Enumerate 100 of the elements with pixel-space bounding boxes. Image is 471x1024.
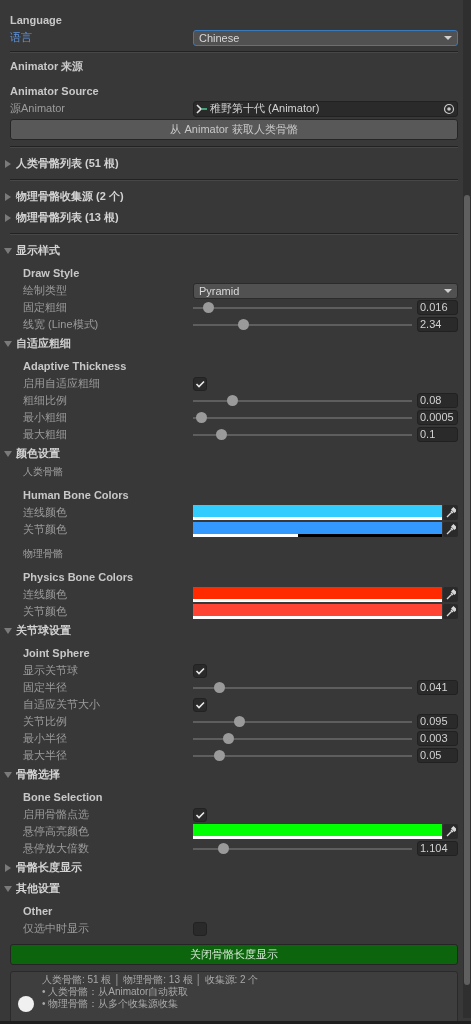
color-field[interactable] <box>193 604 442 619</box>
color-field[interactable] <box>193 824 442 839</box>
field-label: 连线颜色 <box>23 587 68 602</box>
number-field[interactable]: 0.003 <box>417 731 458 746</box>
field-label: 连线颜色 <box>23 505 68 520</box>
number-field[interactable]: 0.0005 <box>417 410 458 425</box>
slider[interactable] <box>193 731 412 746</box>
foldout-header[interactable]: 自适应粗细 <box>0 333 71 354</box>
eyedropper-button[interactable] <box>443 587 458 602</box>
check-icon <box>195 665 205 676</box>
field-label: 最大粗细 <box>23 427 68 442</box>
slider[interactable] <box>193 317 412 332</box>
slider[interactable] <box>193 748 412 763</box>
color-field[interactable] <box>193 587 442 602</box>
action-button[interactable]: 从 Animator 获取人类骨骼 <box>10 119 458 140</box>
check-icon <box>195 699 205 710</box>
scrollbar-thumb[interactable] <box>464 195 470 985</box>
slider-thumb[interactable] <box>238 319 249 330</box>
field-label: 悬停放大倍数 <box>23 841 90 856</box>
checkbox[interactable] <box>193 807 207 822</box>
section-heading: Human Bone Colors <box>23 488 129 503</box>
action-button[interactable]: 关闭骨骼长度显示 <box>10 944 458 965</box>
field-label: 悬停高亮颜色 <box>23 824 90 839</box>
info-line: • 物理骨骼：从多个收集源收集 <box>42 998 179 1010</box>
checkbox[interactable] <box>193 376 207 391</box>
number-field[interactable]: 0.016 <box>417 300 458 315</box>
target-icon <box>443 102 455 115</box>
foldout-header[interactable]: 物理骨骼收集源 (2 个) <box>0 186 124 207</box>
field-label: 最小粗细 <box>23 410 68 425</box>
field-label: 绘制类型 <box>23 283 68 298</box>
field-label: 固定半径 <box>23 680 68 695</box>
eyedropper-button[interactable] <box>443 604 458 619</box>
slider[interactable] <box>193 300 412 315</box>
foldout-header[interactable]: 关节球设置 <box>0 620 71 641</box>
number-field[interactable]: 0.1 <box>417 427 458 442</box>
slider-thumb[interactable] <box>213 682 225 693</box>
eyedropper-icon <box>445 524 456 535</box>
field-label: 关节颜色 <box>23 522 68 537</box>
number-field[interactable]: 2.34 <box>417 317 458 332</box>
slider-thumb[interactable] <box>222 733 234 744</box>
slider-thumb[interactable] <box>216 429 228 440</box>
section-heading: Joint Sphere <box>23 646 90 661</box>
number-field[interactable]: 0.041 <box>417 680 458 695</box>
field-label: 最小半径 <box>23 731 68 746</box>
foldout-header[interactable]: 骨骼长度显示 <box>0 857 82 878</box>
branch-icon <box>196 102 208 115</box>
slider-thumb[interactable] <box>218 843 230 854</box>
foldout-header[interactable]: 颜色设置 <box>0 443 60 464</box>
field-label: 最大半径 <box>23 748 68 763</box>
dropdown[interactable]: Pyramid <box>193 282 458 299</box>
color-field[interactable] <box>193 522 442 537</box>
foldout-header[interactable]: 显示样式 <box>0 240 60 261</box>
section-heading: Language <box>10 13 62 28</box>
foldout-header[interactable]: 骨骼选择 <box>0 764 60 785</box>
field-label: 线宽 (Line模式) <box>23 317 100 332</box>
check-icon <box>195 809 205 820</box>
number-field[interactable]: 1.104 <box>417 841 458 856</box>
field-label: 启用骨骼点选 <box>23 807 90 822</box>
scrollbar[interactable] <box>463 0 471 1018</box>
info-line: • 人类骨骼：从Animator自动获取 <box>42 986 189 998</box>
eyedropper-button[interactable] <box>443 522 458 537</box>
section-heading: Draw Style <box>23 266 80 281</box>
slider-thumb[interactable] <box>233 716 245 727</box>
slider-thumb[interactable] <box>227 395 239 406</box>
caret-icon <box>444 288 452 293</box>
caret-icon <box>444 35 452 40</box>
slider[interactable] <box>193 680 412 695</box>
number-field[interactable]: 0.08 <box>417 393 458 408</box>
eyedropper-button[interactable] <box>443 824 458 839</box>
slider[interactable] <box>193 841 412 856</box>
foldout-header[interactable]: 物理骨骼列表 (13 根) <box>0 207 119 228</box>
foldout-header[interactable]: 其他设置 <box>0 878 60 899</box>
field-label: 固定粗细 <box>23 300 68 315</box>
number-field[interactable]: 0.05 <box>417 748 458 763</box>
slider[interactable] <box>193 410 412 425</box>
eyedropper-icon <box>445 606 456 617</box>
section-heading: Bone Selection <box>23 790 103 805</box>
checkbox[interactable] <box>193 663 207 678</box>
dropdown[interactable]: Chinese <box>193 29 458 46</box>
eyedropper-icon <box>445 826 456 837</box>
field-label: 自适应关节大小 <box>23 697 101 712</box>
slider-thumb[interactable] <box>202 302 214 313</box>
checkbox[interactable] <box>193 697 207 712</box>
field-label: 源Animator <box>10 101 67 116</box>
number-field[interactable]: 0.095 <box>417 714 458 729</box>
circle-icon <box>17 995 35 1013</box>
object-field[interactable]: 稚野第十代 (Animator) <box>193 100 458 117</box>
check-icon <box>195 378 205 389</box>
info-line: 人类骨骼: 51 根 │ 物理骨骼: 13 根 │ 收集源: 2 个 <box>42 974 259 986</box>
field-label: 粗细比例 <box>23 393 68 408</box>
slider-thumb[interactable] <box>213 750 225 761</box>
slider[interactable] <box>193 393 412 408</box>
eyedropper-icon <box>445 507 456 518</box>
section-heading: Physics Bone Colors <box>23 570 134 585</box>
eyedropper-button[interactable] <box>443 505 458 520</box>
slider[interactable] <box>193 427 412 442</box>
color-field[interactable] <box>193 505 442 520</box>
slider[interactable] <box>193 714 412 729</box>
slider-thumb[interactable] <box>196 412 208 423</box>
foldout-header[interactable]: 人类骨骼列表 (51 根) <box>0 153 119 174</box>
